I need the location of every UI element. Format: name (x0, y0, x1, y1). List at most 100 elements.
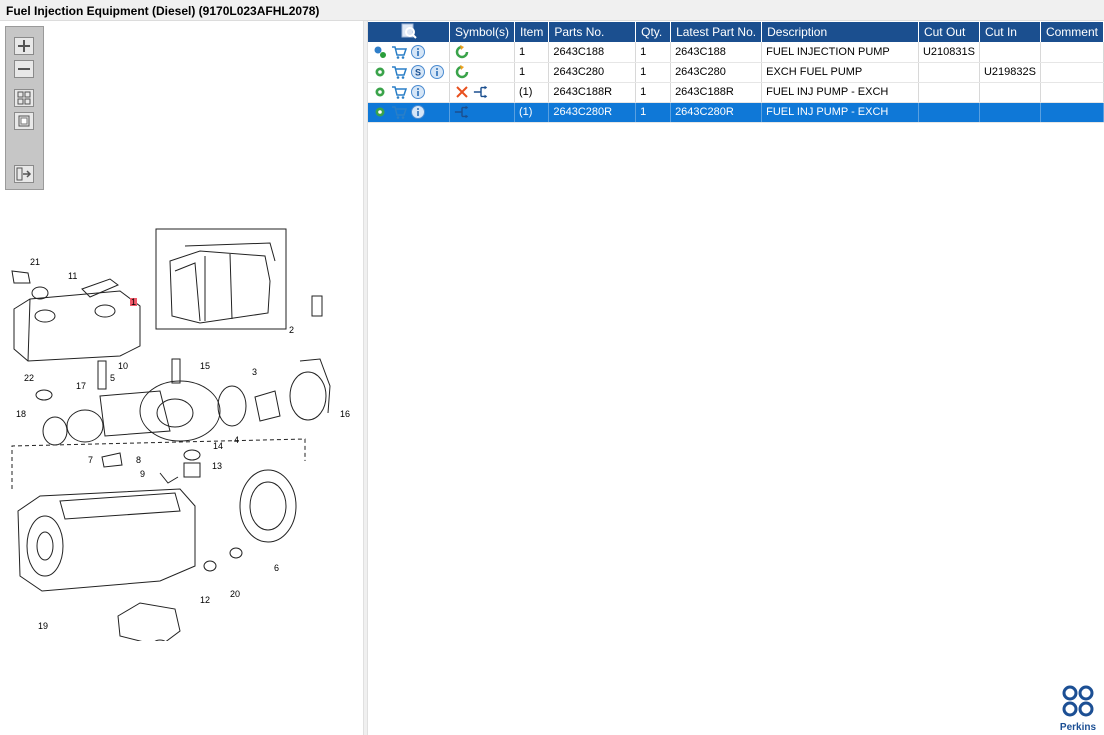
comment-cell (1040, 82, 1104, 103)
gears-icon[interactable] (372, 44, 388, 60)
cross-icon (454, 84, 470, 100)
column-header-latest-part-no[interactable]: Latest Part No. (670, 22, 763, 42)
callout-18[interactable]: 18 (16, 409, 26, 419)
callout-7[interactable]: 7 (88, 455, 93, 465)
column-header-description[interactable]: Description (761, 22, 919, 42)
cart-icon[interactable] (391, 64, 407, 80)
comment-cell (1040, 102, 1104, 123)
item-cell: (1) (514, 82, 550, 103)
column-header-cut-in[interactable]: Cut In (979, 22, 1041, 42)
diagram-pane[interactable]: 21 11 1 2 22 10 5 15 3 17 16 18 4 14 7 8 13 9 6 20 19 12 (0, 21, 363, 735)
row-actions-cell: S (368, 62, 450, 83)
s-icon[interactable]: S (410, 64, 426, 80)
zoom-toolbar (5, 26, 44, 190)
info-icon[interactable] (429, 64, 445, 80)
callout-17[interactable]: 17 (76, 381, 86, 391)
callout-14[interactable]: 14 (213, 441, 223, 451)
table-row[interactable]: (1) 2643C280R 1 2643C280R FUEL INJ PUMP - EX… (368, 102, 1104, 123)
symbols-cell (449, 42, 516, 63)
symbols-cell (449, 102, 516, 123)
window-title: Fuel Injection Equipment (Diesel) (9170L… (6, 4, 320, 18)
cut-out-cell (918, 82, 980, 103)
callout-15[interactable]: 15 (200, 361, 210, 371)
qty-cell: 1 (635, 102, 672, 123)
exchange-icon (454, 104, 470, 120)
table-row[interactable]: (1) 2643C188R 1 2643C188R FUEL INJ PUMP - EX… (368, 82, 1104, 103)
callout-5[interactable]: 5 (110, 373, 115, 383)
info-icon[interactable] (410, 84, 426, 100)
description-cell: FUEL INJECTION PUMP (761, 42, 919, 63)
table-row[interactable]: S 1 2643C280 1 2643C280 EXCH FUEL PUMP U219832… (368, 62, 1104, 83)
callout-4[interactable]: 4 (234, 435, 239, 445)
row-actions-cell (368, 42, 450, 63)
cart-icon[interactable] (391, 104, 407, 120)
zoom-in-icon (18, 40, 30, 52)
comment-cell (1040, 62, 1104, 83)
exploded-parts-diagram[interactable]: 21 11 1 2 22 10 5 15 3 17 16 18 4 14 7 8 13 9 6 20 19 12 (0, 221, 363, 641)
latest-part-no-cell: 2643C280R (670, 102, 763, 123)
callout-20[interactable]: 20 (230, 589, 240, 599)
zoom-out-button[interactable] (14, 60, 34, 78)
callout-16[interactable]: 16 (340, 409, 350, 419)
refresh-icon (454, 64, 470, 80)
gear-icon[interactable] (372, 84, 388, 100)
comment-cell (1040, 42, 1104, 63)
callout-12[interactable]: 12 (200, 595, 210, 605)
callout-11[interactable]: 11 (68, 271, 77, 281)
callout-8[interactable]: 8 (136, 455, 141, 465)
fit-all-button[interactable] (14, 89, 34, 107)
symbols-cell (449, 62, 516, 83)
qty-cell: 1 (635, 42, 672, 63)
callout-22[interactable]: 22 (24, 373, 34, 383)
callout-2[interactable]: 2 (289, 325, 294, 335)
zoom-in-button[interactable] (14, 37, 34, 55)
column-header-cut-out[interactable]: Cut Out (918, 22, 980, 42)
description-cell: FUEL INJ PUMP - EXCH (761, 82, 919, 103)
column-header-comment[interactable]: Comment (1040, 22, 1104, 42)
gear-icon[interactable] (372, 64, 388, 80)
diagram-svg: 211112221051531716184147 81396201912 (11, 228, 350, 641)
refresh-icon (454, 44, 470, 60)
callout-10[interactable]: 10 (118, 361, 128, 371)
parts-table: Symbol(s) Item Parts No. Qty. Latest Par… (368, 22, 1104, 123)
callout-1[interactable]: 1 (131, 297, 136, 307)
item-cell: 1 (514, 62, 550, 83)
part-no-cell: 2643C188 (548, 42, 637, 63)
search-icon (401, 23, 417, 39)
column-header-symbols[interactable]: Symbol(s) (449, 22, 516, 42)
cut-in-cell (979, 42, 1041, 63)
callout-13[interactable]: 13 (212, 461, 222, 471)
info-icon[interactable] (410, 44, 426, 60)
cut-in-cell (979, 82, 1041, 103)
part-no-cell: 2643C280 (548, 62, 637, 83)
cut-out-cell: U210831S (918, 42, 980, 63)
table-row[interactable]: 1 2643C188 1 2643C188 FUEL INJECTION PUMP U21… (368, 42, 1104, 63)
gear-icon[interactable] (372, 104, 388, 120)
info-icon[interactable] (410, 104, 426, 120)
column-header-qty[interactable]: Qty. (635, 22, 672, 42)
callout-9[interactable]: 9 (140, 469, 145, 479)
cart-icon[interactable] (391, 84, 407, 100)
column-header-search[interactable] (368, 22, 450, 42)
item-cell: 1 (514, 42, 550, 63)
callout-3[interactable]: 3 (252, 367, 257, 377)
symbols-cell (449, 82, 516, 103)
callout-19[interactable]: 19 (38, 621, 48, 631)
latest-part-no-cell: 2643C188R (670, 82, 763, 103)
column-header-parts-no[interactable]: Parts No. (548, 22, 637, 42)
export-button[interactable] (14, 165, 34, 183)
callout-21[interactable]: 21 (30, 257, 40, 267)
column-header-item[interactable]: Item (514, 22, 550, 42)
fit-page-button[interactable] (14, 112, 34, 130)
cut-out-cell (918, 62, 980, 83)
qty-cell: 1 (635, 62, 672, 83)
fit-page-icon (18, 115, 30, 127)
zoom-out-icon (18, 68, 30, 70)
callout-6[interactable]: 6 (274, 563, 279, 573)
cut-in-cell: U219832S (979, 62, 1041, 83)
cart-icon[interactable] (391, 44, 407, 60)
svg-text:S: S (415, 68, 421, 78)
exchange-icon (473, 84, 489, 100)
description-cell: EXCH FUEL PUMP (761, 62, 919, 83)
latest-part-no-cell: 2643C188 (670, 42, 763, 63)
